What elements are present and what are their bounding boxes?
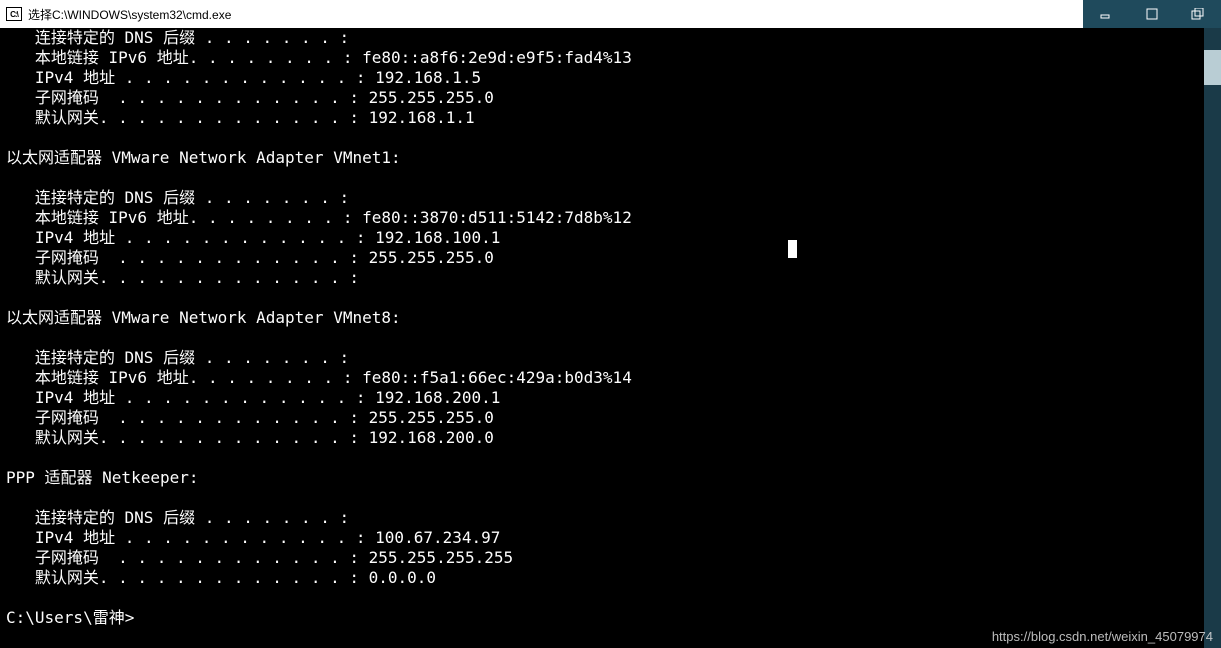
field-label: 连接特定的 DNS 后缀 . . . . . . . :: [6, 348, 349, 367]
field-value: 192.168.1.5: [366, 68, 482, 87]
field-label: 子网掩码 . . . . . . . . . . . . :: [6, 248, 359, 267]
field-label: IPv4 地址 . . . . . . . . . . . . :: [6, 528, 366, 547]
field-value: 192.168.200.1: [366, 388, 501, 407]
field-label: 默认网关. . . . . . . . . . . . . :: [6, 108, 359, 127]
field-value: 0.0.0.0: [359, 568, 436, 587]
restore-icon: [1191, 8, 1205, 20]
blank-line: [6, 288, 1201, 308]
prompt-line[interactable]: C:\Users\雷神>: [6, 608, 1201, 628]
text-cursor: [788, 240, 797, 258]
output-line: 连接特定的 DNS 后缀 . . . . . . . :: [6, 348, 1201, 368]
field-label: 默认网关. . . . . . . . . . . . . :: [6, 428, 359, 447]
output-line: 连接特定的 DNS 后缀 . . . . . . . :: [6, 508, 1201, 528]
output-line: 默认网关. . . . . . . . . . . . . : 0.0.0.0: [6, 568, 1201, 588]
field-value: fe80::3870:d511:5142:7d8b%12: [352, 208, 631, 227]
field-value: 192.168.100.1: [366, 228, 501, 247]
field-label: 本地链接 IPv6 地址. . . . . . . . :: [6, 368, 352, 387]
output-line: 子网掩码 . . . . . . . . . . . . : 255.255.2…: [6, 408, 1201, 428]
blank-line: [6, 588, 1201, 608]
field-value: fe80::a8f6:2e9d:e9f5:fad4%13: [352, 48, 631, 67]
adapter-header: 以太网适配器 VMware Network Adapter VMnet8:: [6, 308, 1201, 328]
scrollbar-thumb[interactable]: [1204, 50, 1221, 85]
output-line: 连接特定的 DNS 后缀 . . . . . . . :: [6, 188, 1201, 208]
field-value: 255.255.255.0: [359, 88, 494, 107]
blank-line: [6, 328, 1201, 348]
blank-line: [6, 448, 1201, 468]
cmd-icon: C:\: [6, 7, 22, 21]
output-line: 子网掩码 . . . . . . . . . . . . : 255.255.2…: [6, 88, 1201, 108]
output-line: 子网掩码 . . . . . . . . . . . . : 255.255.2…: [6, 248, 1201, 268]
field-label: 子网掩码 . . . . . . . . . . . . :: [6, 408, 359, 427]
output-line: 本地链接 IPv6 地址. . . . . . . . : fe80::a8f6…: [6, 48, 1201, 68]
blank-line: [6, 168, 1201, 188]
terminal-output[interactable]: 连接特定的 DNS 后缀 . . . . . . . : 本地链接 IPv6 地…: [0, 28, 1201, 648]
field-value: 100.67.234.97: [366, 528, 501, 547]
maximize-icon: [1146, 8, 1158, 20]
output-line: 连接特定的 DNS 后缀 . . . . . . . :: [6, 28, 1201, 48]
blank-line: [6, 488, 1201, 508]
restore-button[interactable]: [1175, 0, 1221, 28]
watermark-text: https://blog.csdn.net/weixin_45079974: [992, 629, 1213, 644]
output-line: IPv4 地址 . . . . . . . . . . . . : 192.16…: [6, 388, 1201, 408]
output-line: 本地链接 IPv6 地址. . . . . . . . : fe80::f5a1…: [6, 368, 1201, 388]
output-line: 本地链接 IPv6 地址. . . . . . . . : fe80::3870…: [6, 208, 1201, 228]
output-line: 默认网关. . . . . . . . . . . . . :: [6, 268, 1201, 288]
field-value: 192.168.1.1: [359, 108, 475, 127]
field-label: 本地链接 IPv6 地址. . . . . . . . :: [6, 48, 352, 67]
field-label: IPv4 地址 . . . . . . . . . . . . :: [6, 388, 366, 407]
adapter-header: PPP 适配器 Netkeeper:: [6, 468, 1201, 488]
field-label: 连接特定的 DNS 后缀 . . . . . . . :: [6, 188, 349, 207]
adapter-header: 以太网适配器 VMware Network Adapter VMnet1:: [6, 148, 1201, 168]
window-titlebar[interactable]: C:\ 选择C:\WINDOWS\system32\cmd.exe: [0, 0, 1221, 28]
output-line: 子网掩码 . . . . . . . . . . . . : 255.255.2…: [6, 548, 1201, 568]
field-value: 192.168.200.0: [359, 428, 494, 447]
blank-line: [6, 128, 1201, 148]
minimize-button[interactable]: [1083, 0, 1129, 28]
output-line: 默认网关. . . . . . . . . . . . . : 192.168.…: [6, 428, 1201, 448]
field-value: 255.255.255.0: [359, 408, 494, 427]
output-line: IPv4 地址 . . . . . . . . . . . . : 192.16…: [6, 68, 1201, 88]
field-label: 子网掩码 . . . . . . . . . . . . :: [6, 548, 359, 567]
field-label: 默认网关. . . . . . . . . . . . . :: [6, 568, 359, 587]
field-label: 连接特定的 DNS 后缀 . . . . . . . :: [6, 508, 349, 527]
field-label: 本地链接 IPv6 地址. . . . . . . . :: [6, 208, 352, 227]
window-title: 选择C:\WINDOWS\system32\cmd.exe: [28, 6, 231, 23]
field-value: 255.255.255.255: [359, 548, 513, 567]
output-line: IPv4 地址 . . . . . . . . . . . . : 192.16…: [6, 228, 1201, 248]
field-label: 连接特定的 DNS 后缀 . . . . . . . :: [6, 28, 349, 47]
output-line: IPv4 地址 . . . . . . . . . . . . : 100.67…: [6, 528, 1201, 548]
field-value: fe80::f5a1:66ec:429a:b0d3%14: [352, 368, 631, 387]
minimize-icon: [1100, 8, 1112, 20]
scrollbar-track[interactable]: [1204, 28, 1221, 648]
field-label: 子网掩码 . . . . . . . . . . . . :: [6, 88, 359, 107]
maximize-button[interactable]: [1129, 0, 1175, 28]
output-line: 默认网关. . . . . . . . . . . . . : 192.168.…: [6, 108, 1201, 128]
field-label: 默认网关. . . . . . . . . . . . . :: [6, 268, 359, 287]
field-label: IPv4 地址 . . . . . . . . . . . . :: [6, 68, 366, 87]
field-value: 255.255.255.0: [359, 248, 494, 267]
window-controls: [1083, 0, 1221, 28]
field-label: IPv4 地址 . . . . . . . . . . . . :: [6, 228, 366, 247]
